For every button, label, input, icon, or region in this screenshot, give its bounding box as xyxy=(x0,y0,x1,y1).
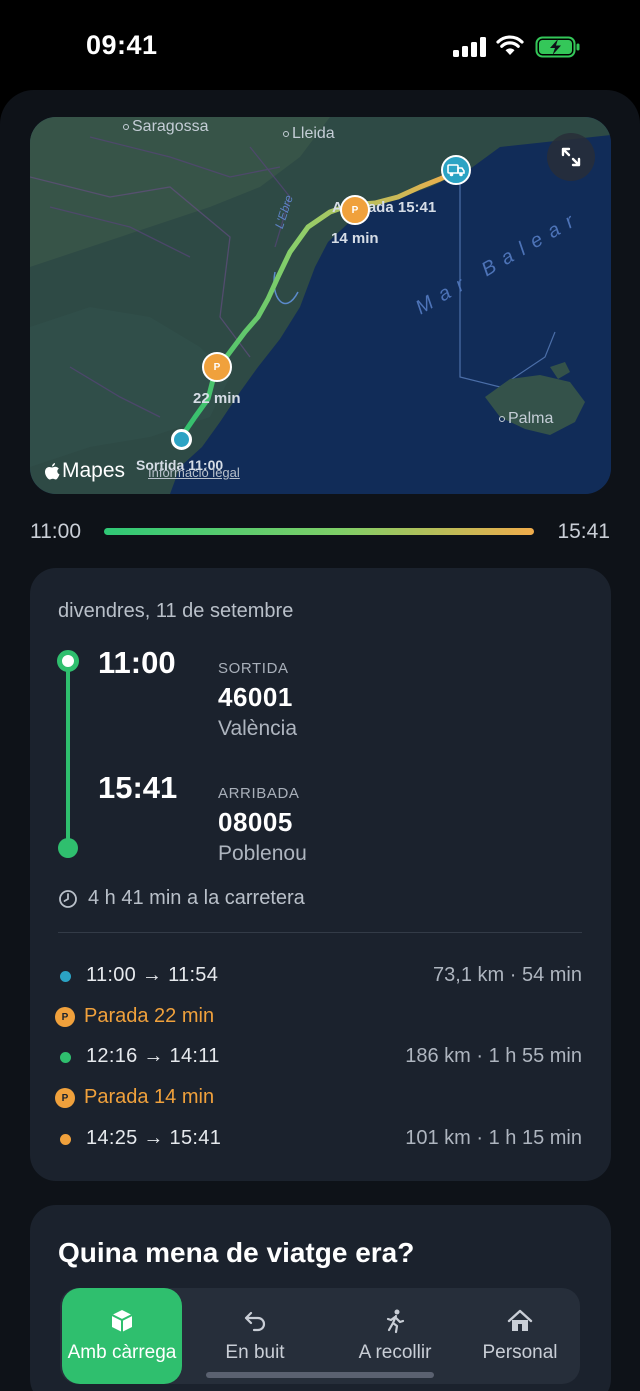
departure-city: València xyxy=(218,717,297,740)
segment-dot xyxy=(60,1134,71,1145)
apple-logo-icon xyxy=(45,462,60,479)
status-bar: 09:41 xyxy=(0,0,640,90)
segment-times: 14:25 → 15:41 xyxy=(86,1127,222,1149)
segment-distance-duration: 73,1 km · 54 min xyxy=(433,964,582,986)
trip-progress: 11:00 15:41 xyxy=(30,518,610,546)
trip-type-card: Quina mena de viatge era? Amb càrrega En… xyxy=(30,1205,611,1391)
stop-label: Parada 14 min xyxy=(84,1086,215,1108)
segment-dot xyxy=(60,1052,71,1063)
departure-time: 11:00 xyxy=(98,645,176,680)
battery-charging-icon xyxy=(535,36,580,58)
parking-stop-pin[interactable]: P xyxy=(202,352,232,382)
maps-attribution: Mapes xyxy=(62,459,126,482)
truck-icon xyxy=(447,164,465,177)
option-label: Amb càrrega xyxy=(67,1342,177,1363)
parking-icon: P xyxy=(55,1088,75,1108)
arrival-postcode: 08005 xyxy=(218,807,293,837)
timeline-start-dot xyxy=(57,650,79,672)
segment-distance-duration: 186 km · 1 h 55 min xyxy=(405,1045,582,1067)
timeline-end-dot xyxy=(58,838,78,858)
stop-14-label: 14 min xyxy=(331,230,379,247)
home-indicator[interactable] xyxy=(206,1372,434,1378)
route-map[interactable]: Arribada 15:41 22 min 14 min Sortida 11:… xyxy=(30,117,611,494)
wifi-icon xyxy=(496,35,524,55)
expand-arrows-icon xyxy=(561,147,581,167)
trip-summary-card: divendres, 11 de setembre 11:00 SORTIDA … xyxy=(30,568,611,1181)
progress-end-time: 15:41 xyxy=(557,520,610,543)
trip-type-title: Quina mena de viatge era? xyxy=(58,1237,415,1268)
status-time: 09:41 xyxy=(86,30,158,60)
segment-distance-duration: 101 km · 1 h 15 min xyxy=(405,1127,582,1149)
progress-start-time: 11:00 xyxy=(30,520,81,543)
segment-dot xyxy=(60,971,71,982)
drive-segment: 14:25 → 15:41 101 km · 1 h 15 min xyxy=(58,1125,582,1155)
segment-times: 12:16 → 14:11 xyxy=(86,1045,220,1067)
stop-segment: P Parada 14 min xyxy=(55,1084,582,1114)
road-duration: 4 h 41 min a la carretera xyxy=(58,887,305,910)
drive-segment: 11:00 → 11:54 73,1 km · 54 min xyxy=(58,962,582,992)
option-label: Personal xyxy=(482,1342,558,1363)
stop-22-label: 22 min xyxy=(193,390,241,407)
parking-stop-pin[interactable]: P xyxy=(340,195,370,225)
trip-date: divendres, 11 de setembre xyxy=(58,600,294,622)
divider xyxy=(58,932,582,933)
walking-person-icon xyxy=(386,1309,405,1334)
clock-icon xyxy=(59,889,77,908)
return-arrow-icon xyxy=(244,1311,266,1332)
parking-icon: P xyxy=(55,1007,75,1027)
cellular-signal-icon xyxy=(453,37,487,57)
timeline-line xyxy=(66,662,70,848)
city-palma: Palma xyxy=(499,410,553,428)
option-a-recollir[interactable]: A recollir xyxy=(330,1288,460,1384)
apple-maps-logo: Mapes xyxy=(44,459,125,483)
arrival-time: 15:41 xyxy=(98,770,178,805)
progress-bar xyxy=(104,528,534,535)
arrival-pin[interactable] xyxy=(441,155,471,185)
map-terrain xyxy=(30,117,611,494)
legal-info-link[interactable]: Informació legal xyxy=(148,465,240,480)
drive-segment: 12:16 → 14:11 186 km · 1 h 55 min xyxy=(58,1043,582,1073)
option-personal[interactable]: Personal xyxy=(460,1288,580,1384)
option-label: A recollir xyxy=(358,1342,432,1363)
departure-caption: SORTIDA xyxy=(218,660,289,677)
expand-map-button[interactable] xyxy=(547,133,595,181)
option-label: En buit xyxy=(225,1342,285,1363)
trip-type-selector: Amb càrrega En buit A recollir Personal xyxy=(60,1288,580,1384)
departure-postcode: 46001 xyxy=(218,682,293,712)
stop-label: Parada 22 min xyxy=(84,1005,215,1027)
home-icon xyxy=(507,1309,533,1331)
city-saragossa: Saragossa xyxy=(123,118,209,136)
arrival-city: Poblenou xyxy=(218,842,307,865)
option-en-buit[interactable]: En buit xyxy=(190,1288,320,1384)
road-duration-text: 4 h 41 min a la carretera xyxy=(88,887,305,909)
stop-segment: P Parada 22 min xyxy=(55,1003,582,1033)
departure-pin[interactable] xyxy=(171,429,192,450)
option-amb-carrega[interactable]: Amb càrrega xyxy=(62,1288,182,1384)
city-lleida: Lleida xyxy=(283,125,335,143)
box-icon xyxy=(111,1310,133,1332)
arrival-caption: ARRIBADA xyxy=(218,785,300,802)
segment-times: 11:00 → 11:54 xyxy=(86,964,219,986)
